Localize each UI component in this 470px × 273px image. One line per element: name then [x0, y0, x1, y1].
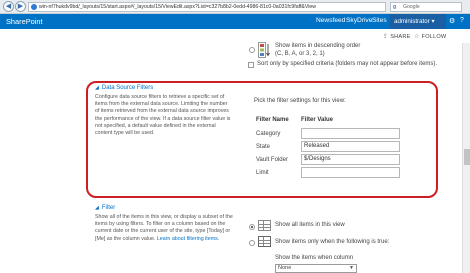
collapse-caret-icon: ◢ — [95, 85, 99, 91]
suite-bar: SharePoint Newsfeed SkyDrive Sites admin… — [0, 14, 470, 29]
filter-input-vault-folder[interactable]: $/Designs — [301, 154, 400, 165]
sort-descending-hint: (C, B, A, or 3, 2, 1) — [275, 51, 325, 57]
filter-name-header: Filter Name — [256, 117, 289, 123]
filter-label-category: Category — [256, 131, 281, 137]
follow-label: FOLLOW — [421, 34, 447, 40]
page-scrollbar[interactable] — [462, 43, 470, 273]
data-source-filters-heading[interactable]: ◢ Data Source Filters — [95, 85, 153, 91]
filter-column-label: Show the items when column — [275, 255, 354, 261]
browser-search-input[interactable]: g Google — [390, 2, 462, 12]
filter-label-state: State — [256, 144, 271, 150]
suite-link-sites[interactable]: Sites — [372, 17, 387, 24]
address-text: win-nf7hukdv9bd/_layouts/15/start.aspx#/… — [39, 4, 316, 10]
share-button[interactable]: ⇪ SHARE — [383, 33, 411, 40]
filter-column-value: None — [278, 265, 292, 271]
filter-column-select[interactable]: None ▼ — [275, 264, 357, 273]
help-icon[interactable]: ? — [460, 17, 464, 24]
google-icon: g — [393, 4, 397, 10]
show-all-radio[interactable] — [249, 224, 255, 230]
data-source-filters-description: Configure data source filters to retriev… — [95, 94, 231, 137]
share-icon: ⇪ — [383, 34, 389, 40]
forward-arrow-icon[interactable]: ▶ — [15, 1, 26, 12]
gear-icon[interactable]: ⚙ — [449, 17, 455, 25]
filter-description: Show all of the items in this view, or d… — [95, 214, 235, 243]
grid-view-icon — [258, 220, 271, 231]
filtered-grid-icon — [258, 236, 271, 247]
suite-link-newsfeed[interactable]: Newsfeed — [316, 17, 345, 24]
show-only-radio[interactable] — [249, 240, 255, 246]
star-icon: ☆ — [414, 34, 420, 40]
share-label: SHARE — [390, 34, 411, 40]
filter-input-limit[interactable] — [301, 167, 400, 178]
filter-label-vault-folder: Vault Folder — [256, 157, 288, 163]
collapse-caret-icon: ◢ — [95, 205, 99, 211]
sort-descending-icon — [258, 42, 270, 58]
search-placeholder: Google — [403, 4, 420, 10]
ie-icon — [31, 4, 37, 10]
filter-label-limit: Limit — [256, 170, 269, 176]
filter-value-header: Filter Value — [301, 117, 334, 123]
show-only-label: Show items only when the following is tr… — [275, 239, 390, 245]
address-bar[interactable]: win-nf7hukdv9bd/_layouts/15/start.aspx#/… — [28, 2, 386, 12]
filter-title: Filter — [101, 205, 116, 211]
learn-filtering-link[interactable]: Learn about filtering items. — [157, 236, 219, 242]
chevron-down-icon: ▼ — [349, 265, 354, 271]
back-arrow-icon[interactable]: ◀ — [3, 1, 14, 12]
sharepoint-brand[interactable]: SharePoint — [6, 17, 43, 26]
filter-heading[interactable]: ◢ Filter — [95, 205, 115, 211]
filter-input-category[interactable] — [301, 128, 400, 139]
browser-toolbar: ◀ ▶ win-nf7hukdv9bd/_layouts/15/start.as… — [0, 0, 470, 14]
scrollbar-thumb[interactable] — [464, 149, 470, 165]
filter-prompt: Pick the filter settings for this view: — [254, 98, 346, 104]
show-all-label: Show all items in this view — [275, 222, 345, 228]
sort-specified-checkbox[interactable] — [248, 62, 254, 68]
action-bar: ⇪ SHARE ☆ FOLLOW — [0, 29, 470, 43]
sort-descending-label: Show items in descending order — [275, 43, 361, 49]
filter-input-state[interactable]: Released — [301, 141, 400, 152]
user-menu[interactable]: administrator ▾ — [390, 14, 446, 29]
sort-descending-radio[interactable] — [249, 47, 255, 53]
data-source-filters-title: Data Source Filters — [101, 85, 154, 91]
follow-button[interactable]: ☆ FOLLOW — [414, 33, 446, 40]
suite-link-skydrive[interactable]: SkyDrive — [346, 17, 372, 24]
sort-specified-label: Sort only by specified criteria (folders… — [257, 61, 438, 67]
